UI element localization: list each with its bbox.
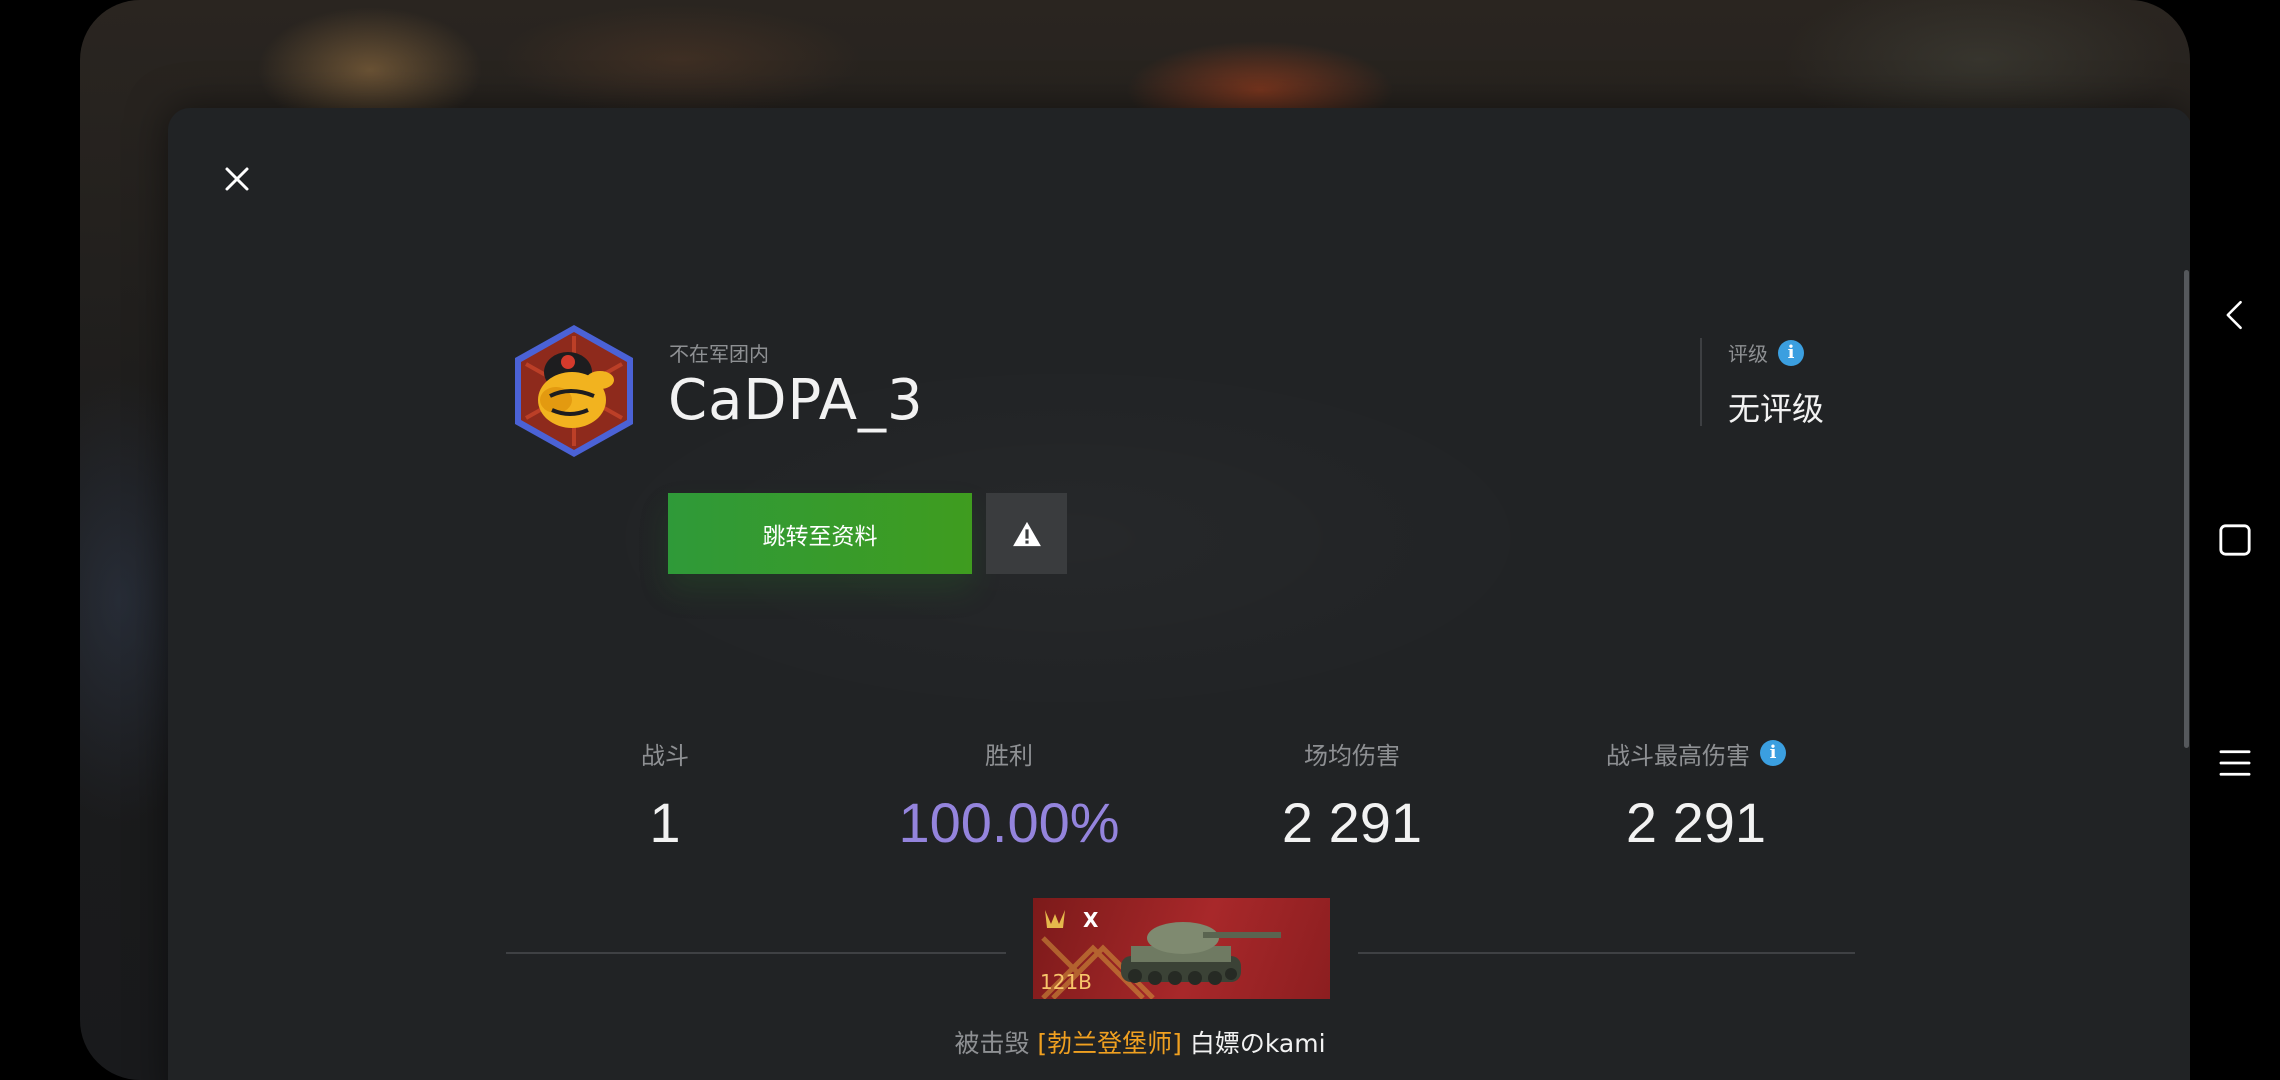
tank-name: 121B bbox=[1040, 970, 1092, 994]
stat-max-damage: 战斗最高伤害 i 2 291 bbox=[1526, 736, 1866, 855]
player-name: CaDPA_3 bbox=[668, 368, 924, 433]
player-avatar bbox=[510, 322, 638, 460]
clan-status: 不在军团内 bbox=[669, 342, 769, 366]
stat-label: 战斗 bbox=[641, 741, 689, 770]
killer-name[interactable]: 白嫖のkami bbox=[1190, 1029, 1326, 1058]
report-button[interactable] bbox=[986, 493, 1067, 574]
stat-value: 1 bbox=[649, 791, 681, 854]
stat-label: 战斗最高伤害 i bbox=[1526, 736, 1866, 770]
divider-line bbox=[506, 952, 1006, 954]
stat-label: 场均伤害 bbox=[1304, 741, 1400, 770]
tank-card: X 121B bbox=[1033, 898, 1330, 999]
killer-clan-tag[interactable]: [勃兰登堡师] bbox=[1037, 1029, 1182, 1058]
go-to-profile-label: 跳转至资料 bbox=[762, 523, 878, 550]
back-button[interactable] bbox=[2190, 280, 2280, 350]
divider-line bbox=[1358, 952, 1855, 954]
destroyed-by-label: 被击毁 bbox=[954, 1029, 1030, 1058]
tank-tier: X bbox=[1083, 908, 1099, 932]
rating-divider bbox=[1700, 338, 1702, 426]
stat-value: 2 291 bbox=[1281, 791, 1423, 854]
stat-victories: 胜利 100.00% bbox=[839, 736, 1179, 855]
go-to-profile-button[interactable]: 跳转至资料 bbox=[668, 493, 972, 574]
warning-icon bbox=[1012, 521, 1041, 546]
player-avatar-emblem bbox=[515, 325, 633, 457]
destroyed-by-line: 被击毁 [勃兰登堡师] 白嫖のkami bbox=[0, 1024, 2280, 1060]
rating-label-text: 评级 bbox=[1728, 342, 1768, 366]
stat-label: 胜利 bbox=[985, 741, 1033, 770]
rating-label: 评级 i bbox=[1728, 338, 1804, 367]
screen: 不在军团内 CaDPA_3 跳转至资料 评级 i 无评级 战斗 1 胜利 100… bbox=[0, 0, 2280, 1080]
stat-battles: 战斗 1 bbox=[495, 736, 835, 855]
stat-value: 100.00% bbox=[898, 791, 1120, 854]
home-icon bbox=[2219, 524, 2251, 556]
home-button[interactable] bbox=[2190, 505, 2280, 575]
stat-value: 2 291 bbox=[1625, 791, 1767, 854]
close-button[interactable] bbox=[210, 152, 264, 206]
stat-average-damage: 场均伤害 2 291 bbox=[1182, 736, 1522, 855]
scrollbar[interactable] bbox=[2184, 270, 2189, 748]
rating-value: 无评级 bbox=[1728, 390, 1825, 428]
close-icon bbox=[225, 167, 249, 191]
recent-apps-button[interactable] bbox=[2190, 728, 2280, 798]
stat-label-text: 战斗最高伤害 bbox=[1606, 741, 1750, 770]
back-icon bbox=[2226, 300, 2242, 330]
menu-icon bbox=[2219, 750, 2251, 776]
info-icon[interactable]: i bbox=[1760, 740, 1786, 766]
info-icon[interactable]: i bbox=[1778, 339, 1804, 366]
